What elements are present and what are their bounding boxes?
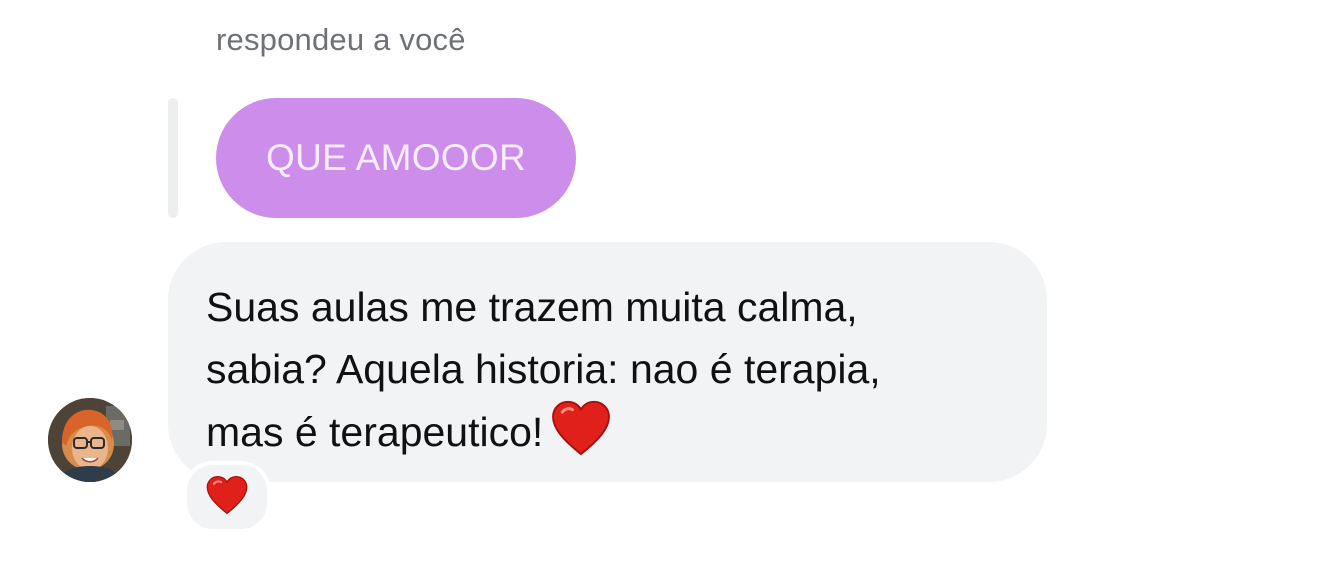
quoted-message-text: QUE AMOOOR bbox=[266, 137, 526, 178]
message-text-container: Suas aulas me trazem muita calma, sabia?… bbox=[206, 276, 1026, 473]
message-bubble[interactable]: Suas aulas me trazem muita calma, sabia?… bbox=[168, 242, 1047, 482]
avatar[interactable] bbox=[48, 398, 132, 482]
reply-label: respondeu a você bbox=[216, 22, 466, 57]
reaction-badge[interactable] bbox=[183, 461, 271, 533]
message-text: Suas aulas me trazem muita calma, sabia?… bbox=[206, 284, 881, 455]
quoted-message-bubble[interactable]: QUE AMOOOR bbox=[216, 98, 576, 218]
red-heart-icon bbox=[551, 400, 611, 473]
reply-indicator-bar bbox=[168, 98, 178, 218]
red-heart-icon bbox=[206, 475, 248, 520]
